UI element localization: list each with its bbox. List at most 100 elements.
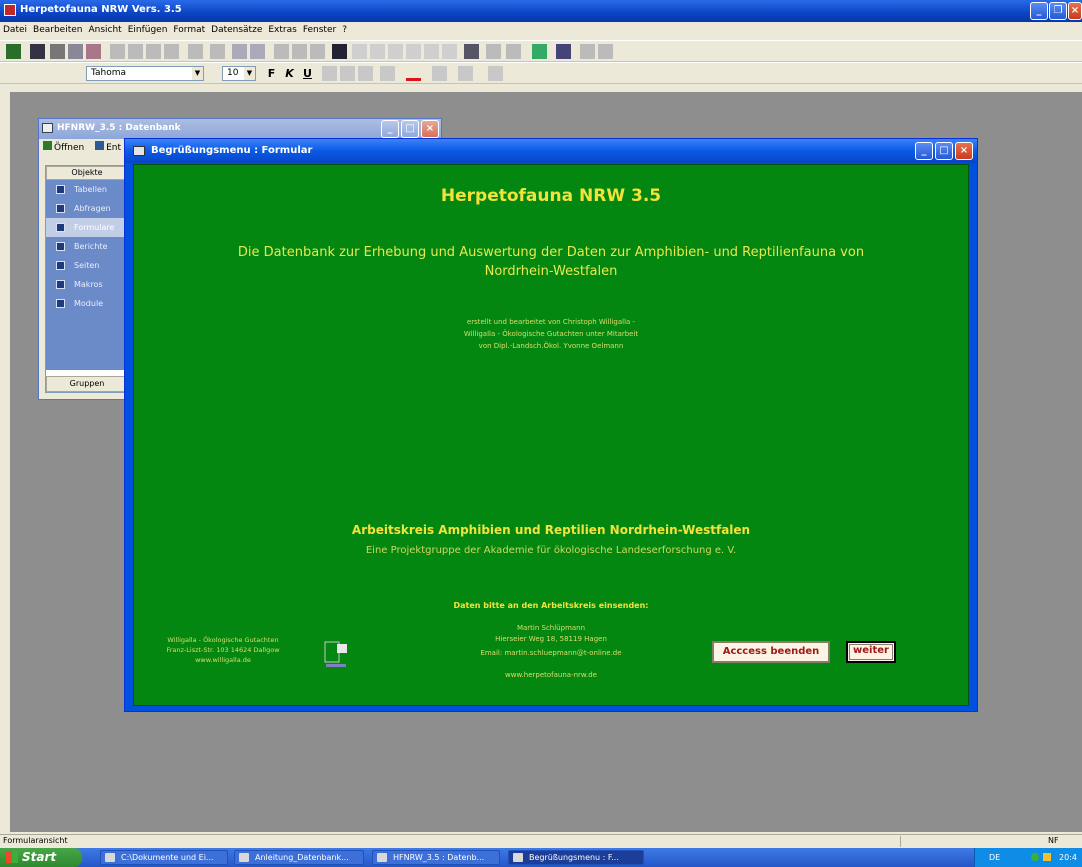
object-label: Module [74,299,104,308]
menu-einfuegen[interactable]: Einfügen [125,22,171,35]
tray-icon[interactable] [1031,853,1039,861]
clock: 20:4 [1059,853,1077,862]
font-color-icon[interactable] [406,66,421,81]
taskbar-item-word[interactable]: Anleitung_Datenbank... [234,850,364,865]
toolbox-icon[interactable] [532,44,547,59]
underline-button[interactable]: U [300,66,315,81]
minimize-icon[interactable]: _ [1030,2,1048,20]
design-button[interactable]: Ent [95,141,125,153]
hyperlink-icon[interactable] [210,44,225,59]
database-window-title-bar[interactable]: HFNRW_3.5 : Datenbank _ □ × [39,119,441,139]
quit-access-button[interactable]: Acccess beenden [712,641,830,663]
align-left-icon[interactable] [322,66,337,81]
minimize-icon[interactable]: _ [381,120,399,138]
restore-icon[interactable]: ❐ [1049,2,1067,20]
windows-logo-icon [6,851,18,863]
object-label: Berichte [74,242,108,251]
sort-ascending-icon[interactable] [232,44,247,59]
groups-button[interactable]: Gruppen [46,376,128,392]
object-item-abfragen[interactable]: Abfragen [46,199,128,218]
special-effect-icon[interactable] [488,66,503,81]
format-painter-icon[interactable] [164,44,179,59]
object-label: Makros [74,280,103,289]
code-icon[interactable] [580,44,595,59]
company-logo [324,641,347,667]
align-right-icon[interactable] [358,66,373,81]
menu-fenster[interactable]: Fenster [300,22,339,35]
bold-button[interactable]: F [264,66,279,81]
open-button[interactable]: Öffnen [43,141,88,153]
print-icon[interactable] [50,44,65,59]
form-window-title-bar[interactable]: Begrüßungsmenu : Formular _ □ × [125,139,977,163]
menu-datei[interactable]: Datei [0,22,30,35]
field-list-icon[interactable] [556,44,571,59]
form-heading: Herpetofauna NRW 3.5 [440,186,662,206]
database-window-icon[interactable] [486,44,501,59]
font-name-combo[interactable]: Tahoma ▼ [86,66,204,81]
object-item-tabellen[interactable]: Tabellen [46,180,128,199]
align-center-icon[interactable] [340,66,355,81]
language-indicator[interactable]: DE [989,848,1000,867]
filter-selection-icon[interactable] [274,44,289,59]
object-item-berichte[interactable]: Berichte [46,237,128,256]
menu-datensaetze[interactable]: Datensätze [208,22,265,35]
taskbar-item-form[interactable]: Begrüßungsmenu : F... [508,850,644,865]
word-icon [239,853,249,862]
object-item-makros[interactable]: Makros [46,275,128,294]
undo-icon[interactable] [188,44,203,59]
apply-filter-icon[interactable] [310,44,325,59]
menu-extras[interactable]: Extras [265,22,299,35]
status-text: Formularansicht [3,836,68,845]
next-button[interactable]: weiter [846,641,896,663]
object-item-formulare[interactable]: Formulare [46,218,128,237]
menu-ansicht[interactable]: Ansicht [85,22,124,35]
view-icon[interactable] [6,44,21,59]
close-icon[interactable]: × [1068,2,1082,20]
sort-descending-icon[interactable] [250,44,265,59]
maximize-icon[interactable]: □ [935,142,953,160]
help-icon[interactable] [598,44,613,59]
previous-record-icon[interactable] [370,44,385,59]
object-item-seiten[interactable]: Seiten [46,256,128,275]
taskbar-item-explorer[interactable]: C:\Dokumente und Ei... [100,850,228,865]
font-size-combo[interactable]: 10 ▼ [222,66,256,81]
app-title-bar[interactable]: Herpetofauna NRW Vers. 3.5 _ ❐ × [0,0,1082,22]
delete-record-icon[interactable] [442,44,457,59]
tray-icon[interactable] [1043,853,1051,861]
fill-color-icon[interactable] [380,66,395,81]
website-link[interactable]: www.herpetofauna-nrw.de [134,670,968,681]
design-label: Ent [106,143,122,153]
start-button[interactable]: Start [0,848,82,867]
form-subtitle-line1: Die Datenbank zur Erhebung und Auswertun… [237,245,865,260]
menu-help[interactable]: ? [339,22,350,35]
new-record-icon[interactable] [424,44,439,59]
company-line3: www.willigalla.de [195,656,251,664]
object-item-module[interactable]: Module [46,294,128,313]
formatting-toolbar: ▼ Tahoma ▼ 10 ▼ F K U [0,62,1082,84]
filter-form-icon[interactable] [292,44,307,59]
next-record-icon[interactable] [388,44,403,59]
close-icon[interactable]: × [421,120,439,138]
menu-format[interactable]: Format [170,22,208,35]
menu-bearbeiten[interactable]: Bearbeiten [30,22,85,35]
cut-icon[interactable] [110,44,125,59]
objects-header[interactable]: Objekte [46,166,128,180]
taskbar-item-database[interactable]: HFNRW_3.5 : Datenb... [372,850,500,865]
save-icon[interactable] [30,44,45,59]
maximize-icon[interactable]: □ [401,120,419,138]
object-label: Seiten [74,261,100,270]
last-record-icon[interactable] [406,44,421,59]
italic-button[interactable]: K [282,66,297,81]
find-icon[interactable] [332,44,347,59]
spelling-icon[interactable] [86,44,101,59]
line-width-icon[interactable] [458,66,473,81]
close-icon[interactable]: × [955,142,973,160]
properties-icon[interactable] [464,44,479,59]
copy-icon[interactable] [128,44,143,59]
line-color-icon[interactable] [432,66,447,81]
minimize-icon[interactable]: _ [915,142,933,160]
paste-icon[interactable] [146,44,161,59]
new-object-icon[interactable] [506,44,521,59]
print-preview-icon[interactable] [68,44,83,59]
first-record-icon[interactable] [352,44,367,59]
